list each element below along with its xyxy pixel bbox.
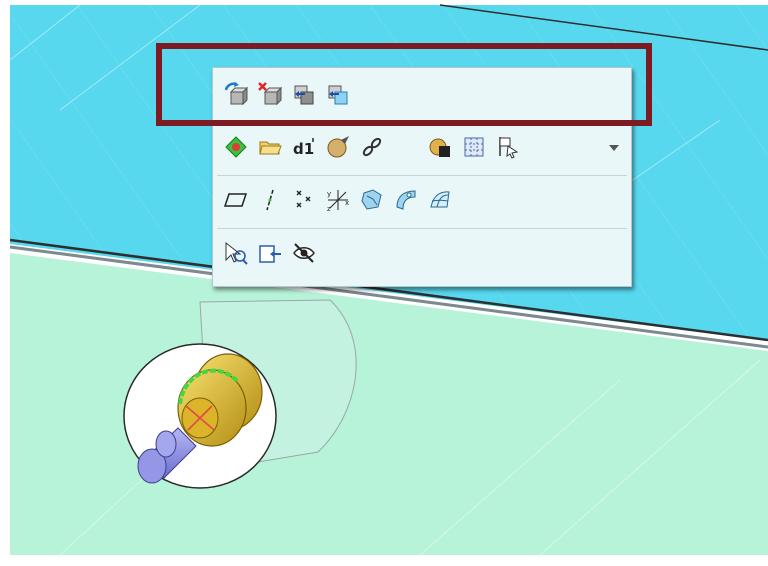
add-point-icon: [225, 136, 247, 158]
svg-text:z: z: [327, 205, 331, 213]
svg-text:x: x: [345, 199, 349, 207]
curve-surface-button[interactable]: [393, 187, 419, 213]
dimension-button[interactable]: d1: [291, 134, 317, 160]
plane-icon: [223, 193, 248, 207]
toolbar-separator: [217, 228, 627, 229]
scatter-points-button[interactable]: [291, 187, 317, 213]
material-button[interactable]: [427, 134, 453, 160]
toolbar-separator: [217, 175, 627, 176]
chevron-down-icon: [609, 145, 619, 151]
select-flag-icon: [499, 137, 519, 159]
mesh-surface-button[interactable]: [427, 187, 453, 213]
grid-button[interactable]: [461, 134, 487, 160]
mesh-surface-icon: [430, 191, 450, 208]
hide-icon: [293, 243, 315, 263]
surface-patch-button[interactable]: [359, 187, 385, 213]
svg-text:y: y: [327, 190, 331, 198]
toolbar-overflow-dropdown[interactable]: [607, 140, 621, 154]
curve-surface-icon: [396, 190, 416, 210]
highlight-frame: [156, 43, 652, 126]
select-flag-button[interactable]: [495, 134, 521, 160]
open-folder-button[interactable]: [257, 134, 283, 160]
toolbar-row-view: [213, 236, 631, 270]
insert-box-icon: [259, 245, 281, 263]
coordinate-system-icon: y z x: [327, 190, 349, 213]
axis-icon: [266, 189, 274, 211]
add-point-button[interactable]: [223, 134, 249, 160]
surface-patch-icon: [361, 189, 382, 210]
link-icon: [362, 137, 382, 157]
insert-box-button[interactable]: [257, 240, 283, 266]
hide-button[interactable]: [291, 240, 317, 266]
appearance-sphere-icon: [327, 136, 349, 158]
svg-text:d1: d1: [293, 140, 314, 158]
toolbar-row-part: d1: [213, 130, 631, 164]
appearance-sphere-button[interactable]: [325, 134, 351, 160]
material-icon: [429, 138, 450, 157]
dimension-icon: d1: [293, 138, 314, 158]
link-button[interactable]: [359, 134, 385, 160]
3d-viewport[interactable]: d1 y z x: [0, 0, 768, 566]
scatter-points-icon: [296, 190, 311, 208]
axis-button[interactable]: [257, 187, 283, 213]
plane-button[interactable]: [223, 187, 249, 213]
toolbar-row-constraint: y z x: [213, 183, 631, 217]
grid-icon: [464, 137, 484, 157]
zoom-select-button[interactable]: [223, 240, 249, 266]
open-folder-icon: [259, 141, 282, 155]
coordinate-system-button[interactable]: y z x: [325, 187, 351, 213]
zoom-select-icon: [225, 241, 248, 265]
